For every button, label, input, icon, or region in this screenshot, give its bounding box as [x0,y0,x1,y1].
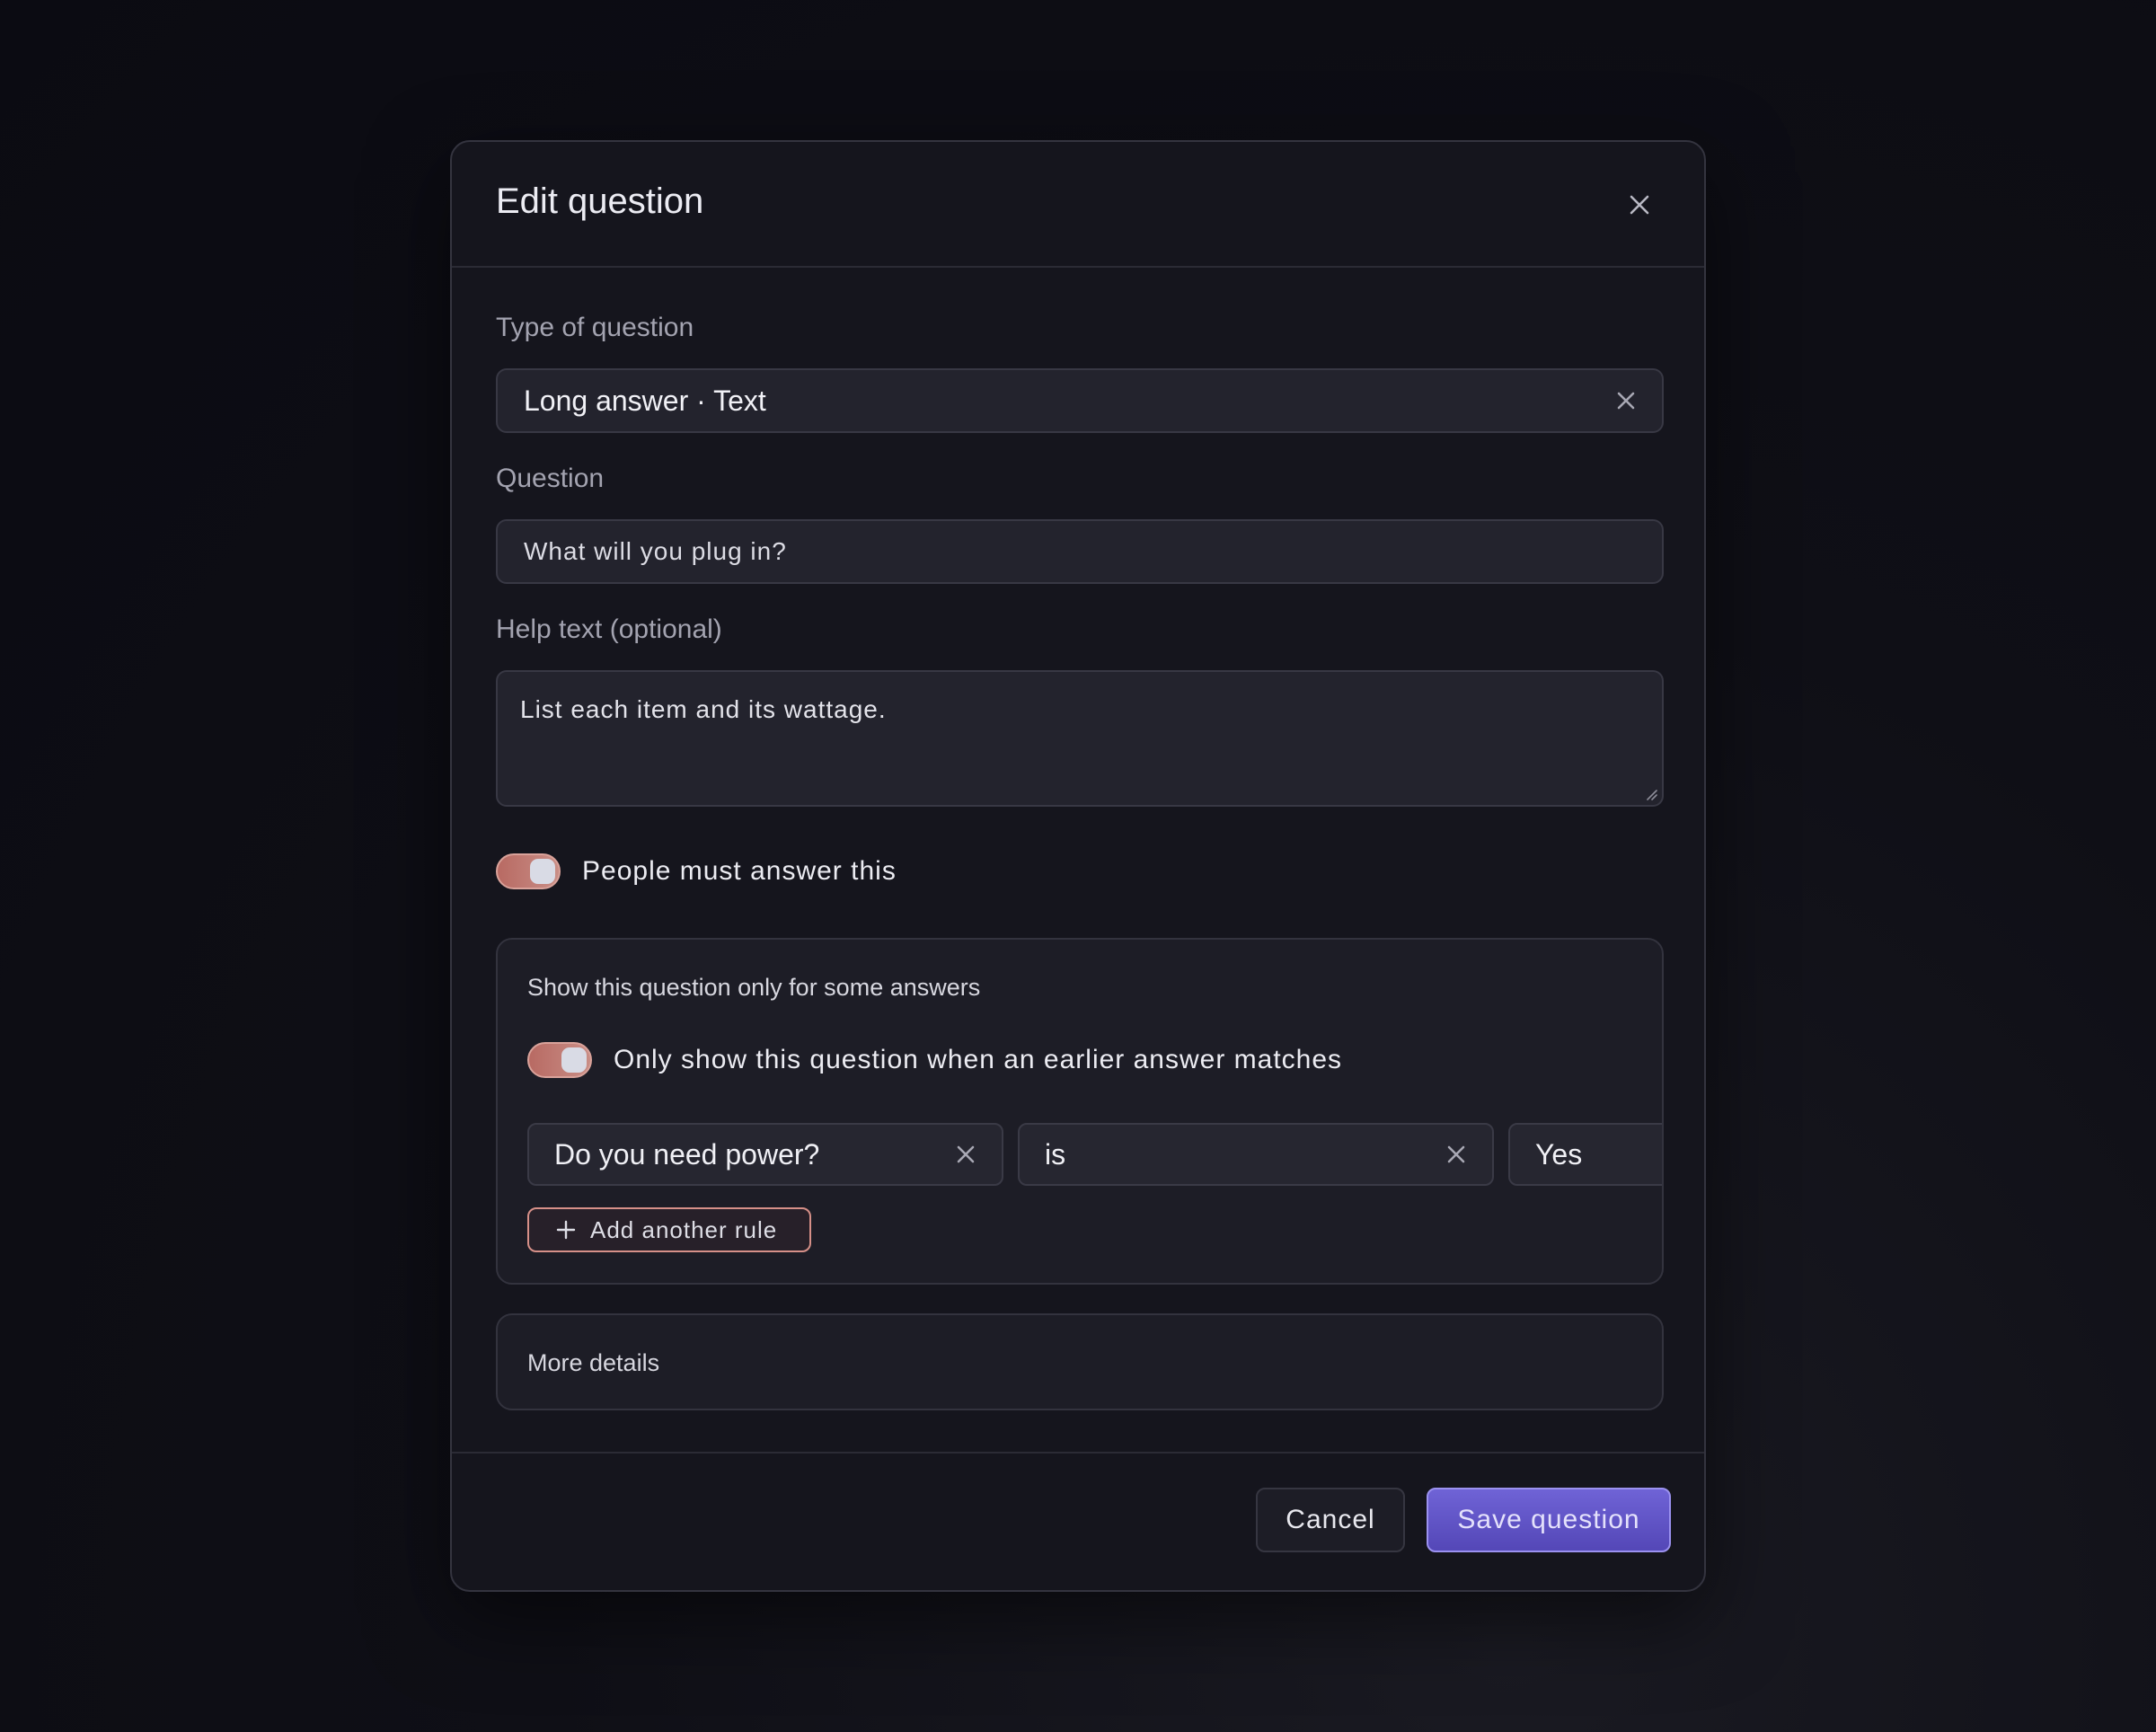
help-text-label: Help text (optional) [496,614,722,644]
type-of-question-label: Type of question [496,313,694,342]
question-type-select[interactable]: Long answer · Text [496,368,1664,433]
rule-value-text: Yes [1535,1137,1583,1171]
conditional-logic-toggle[interactable] [527,1042,592,1078]
resize-handle-icon[interactable] [1644,787,1658,801]
rule-question-select[interactable]: Do you need power? [527,1123,1003,1186]
close-dialog-button[interactable] [1621,187,1657,223]
save-question-button[interactable]: Save question [1427,1488,1671,1552]
close-icon [1630,195,1649,215]
question-type-value: Long answer · Text [524,384,766,417]
conditional-logic-title: Show this question only for some answers [527,974,981,1001]
toggle-knob [530,859,555,884]
clear-rule-operator-button[interactable] [1442,1140,1471,1169]
clear-question-type-button[interactable] [1612,386,1640,415]
close-icon [1617,392,1635,410]
dialog-footer: Cancel Save question [452,1452,1704,1590]
cancel-button[interactable]: Cancel [1256,1488,1405,1552]
rule-value-select[interactable]: Yes [1508,1123,1662,1186]
edit-question-dialog: Edit question Type of question Long answ… [450,140,1706,1592]
rule-operator-select[interactable]: is [1018,1123,1494,1186]
dialog-header: Edit question [452,142,1704,268]
question-input[interactable]: What will you plug in? [496,519,1664,584]
add-another-rule-label: Add another rule [590,1215,778,1243]
more-details-title: More details [527,1349,660,1376]
required-toggle-label: People must answer this [582,856,897,886]
required-toggle[interactable] [496,853,561,889]
help-text-textarea[interactable]: List each item and its wattage. [496,670,1664,807]
toggle-knob [561,1047,587,1073]
rule-operator-value: is [1045,1137,1066,1171]
conditional-logic-toggle-label: Only show this question when an earlier … [614,1045,1343,1074]
add-another-rule-button[interactable]: Add another rule [527,1207,811,1252]
close-icon [957,1145,975,1163]
plus-icon [556,1220,576,1240]
rule-question-value: Do you need power? [554,1137,820,1171]
question-input-value: What will you plug in? [524,537,787,565]
clear-rule-question-button[interactable] [951,1140,980,1169]
close-icon [1447,1145,1465,1163]
question-label: Question [496,464,605,493]
help-text-value: List each item and its wattage. [520,695,887,723]
more-details-section[interactable]: More details [496,1313,1664,1410]
conditional-logic-panel: Show this question only for some answers… [496,938,1664,1285]
dialog-title: Edit question [496,181,704,221]
